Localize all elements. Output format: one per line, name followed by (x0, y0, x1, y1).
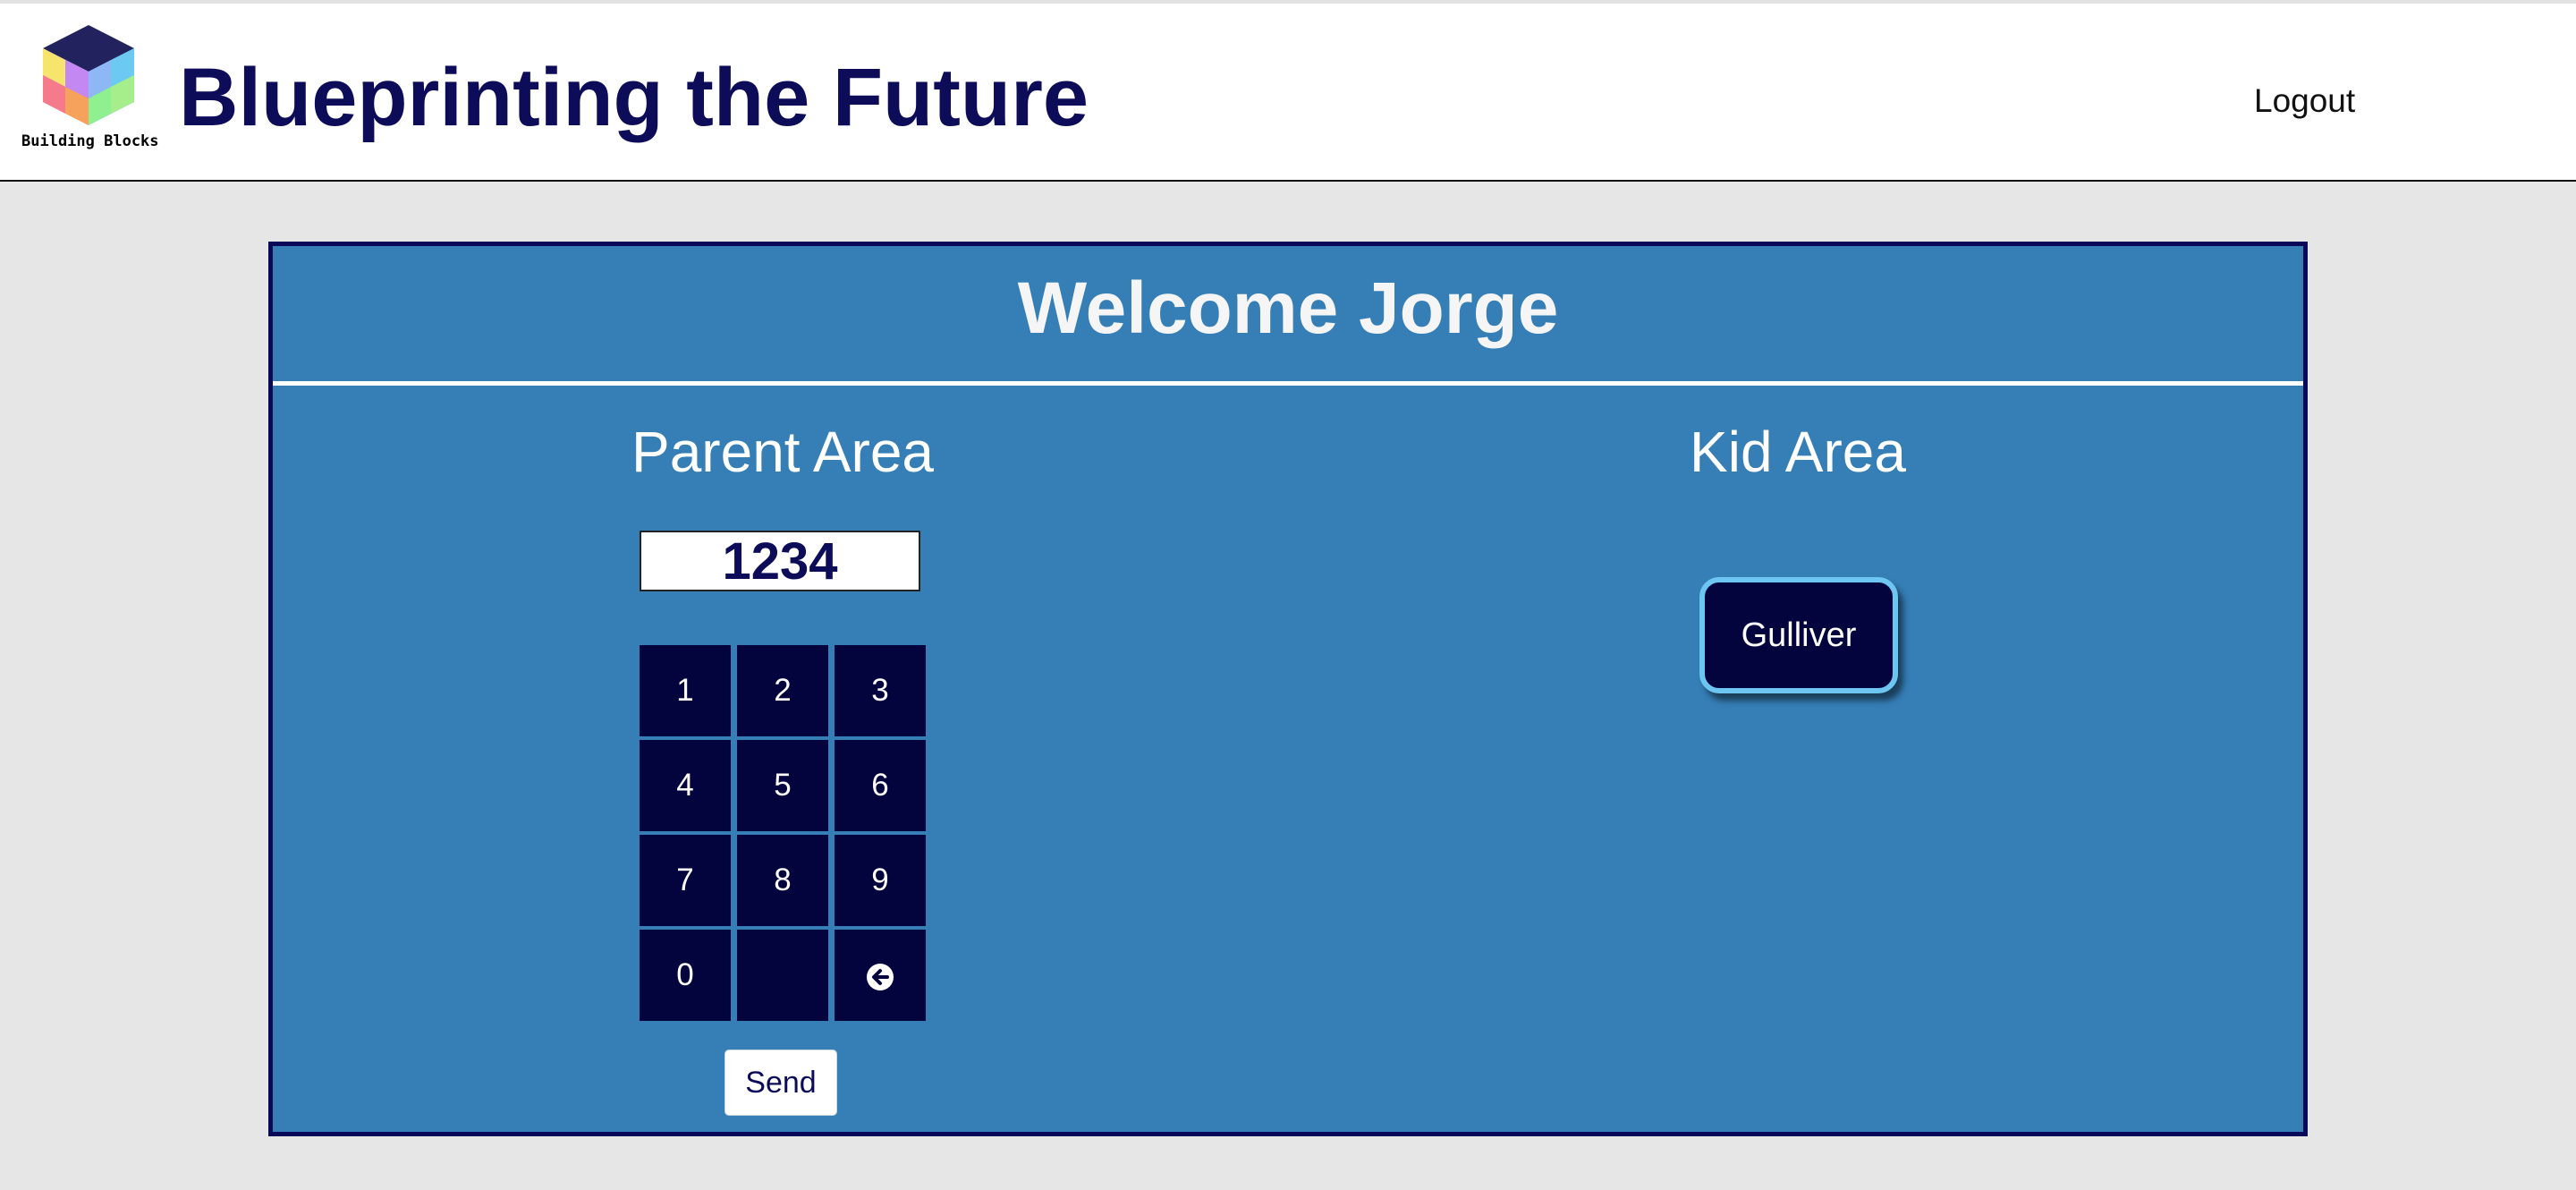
cube-logo-icon (43, 25, 134, 125)
welcome-heading: Welcome Jorge (1017, 268, 1559, 349)
kid-profile-button[interactable]: Gulliver (1699, 577, 1898, 693)
site-title: Blueprinting the Future (179, 52, 1089, 143)
keypad-key-7[interactable]: 7 (640, 835, 731, 926)
keypad-key-0[interactable]: 0 (640, 930, 731, 1021)
logo-caption: Building Blocks (21, 132, 159, 150)
keypad-key-4[interactable]: 4 (640, 740, 731, 831)
pin-display: 1234 (640, 531, 920, 591)
site-header: Building Blocks Blueprinting the Future … (0, 0, 2576, 182)
panel-divider (273, 381, 2303, 386)
keypad-key-5[interactable]: 5 (737, 740, 828, 831)
keypad-backspace-button[interactable] (835, 930, 926, 1021)
keypad-key-6[interactable]: 6 (835, 740, 926, 831)
building-blocks-logo[interactable]: Building Blocks (21, 23, 159, 157)
welcome-panel: Welcome Jorge Parent Area 1234 1 2 3 4 5… (268, 242, 2308, 1136)
keypad-key-9[interactable]: 9 (835, 835, 926, 926)
keypad-key-2[interactable]: 2 (737, 645, 828, 736)
send-button[interactable]: Send (724, 1050, 837, 1116)
logout-link[interactable]: Logout (2254, 82, 2355, 120)
keypad-key-8[interactable]: 8 (737, 835, 828, 926)
keypad: 1 2 3 4 5 6 7 8 9 0 (640, 645, 930, 1030)
backspace-icon (867, 963, 894, 990)
parent-area-title: Parent Area (631, 420, 934, 484)
keypad-key-3[interactable]: 3 (835, 645, 926, 736)
keypad-key-blank (737, 930, 828, 1021)
keypad-key-1[interactable]: 1 (640, 645, 731, 736)
kid-area-title: Kid Area (1690, 420, 1906, 484)
